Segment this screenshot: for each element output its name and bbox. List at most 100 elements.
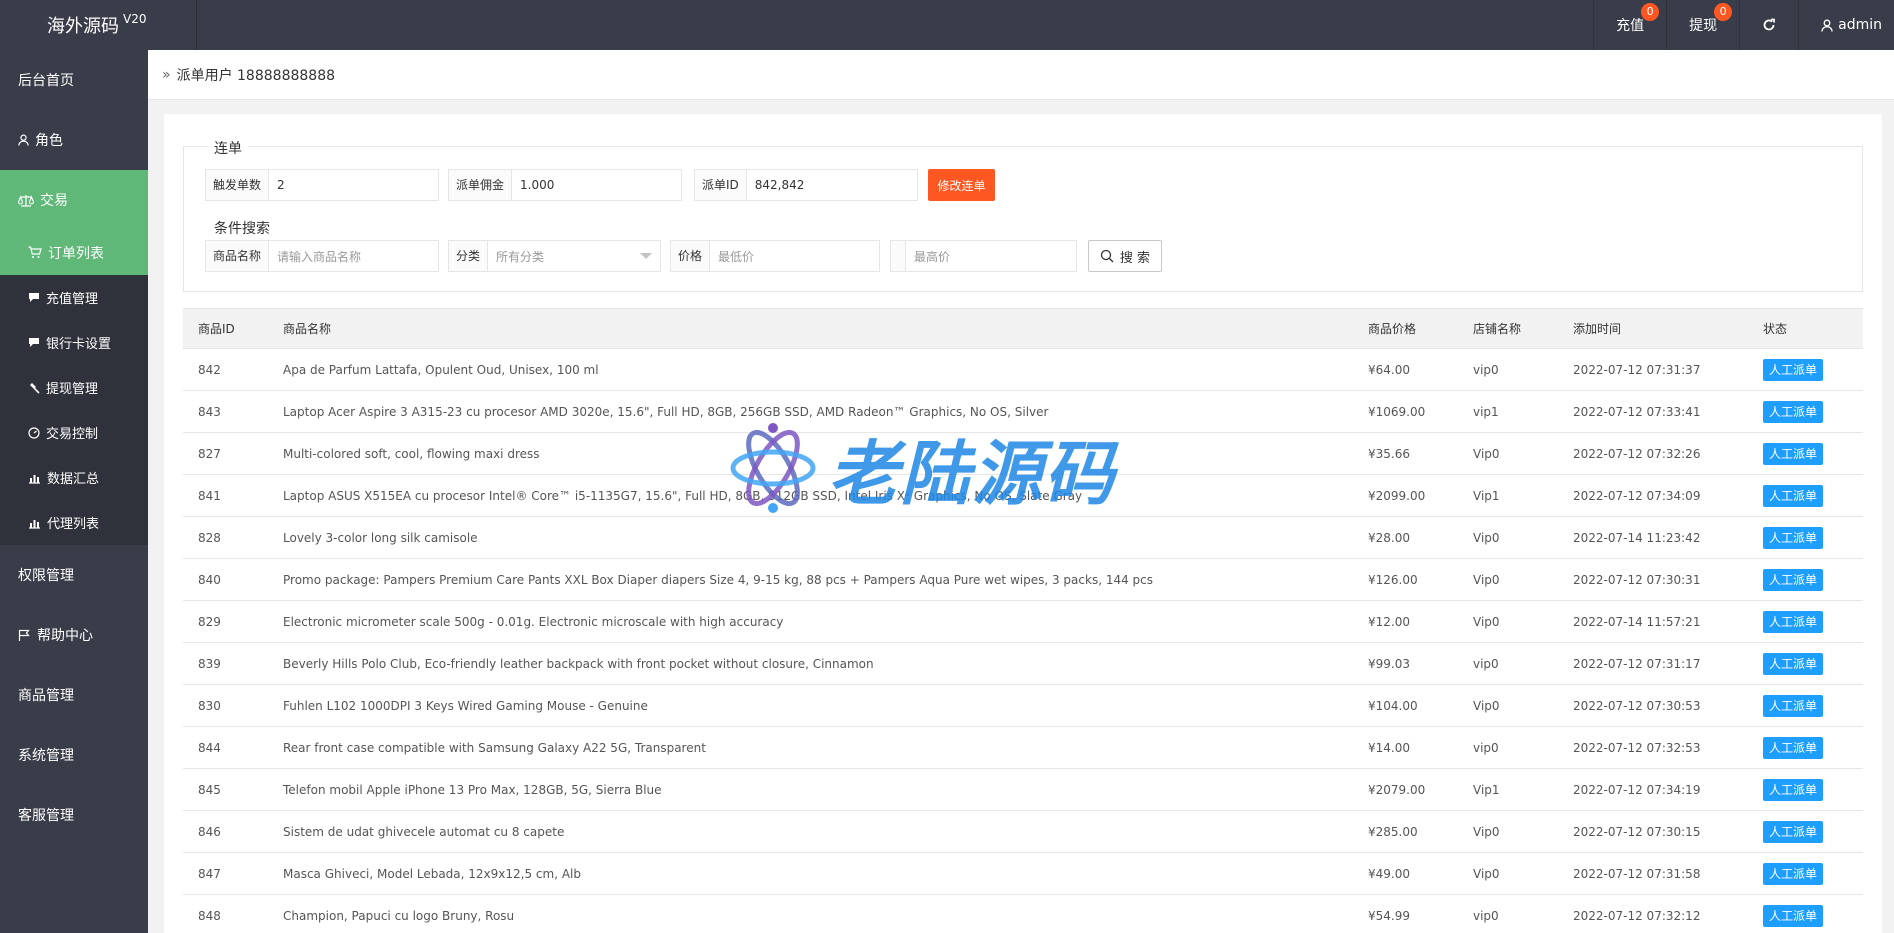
sidebar-item-label: 交易 <box>40 193 68 209</box>
cell-id: 827 <box>183 432 268 475</box>
trigger-count-input[interactable]: 2 <box>269 178 285 192</box>
hammer-icon <box>28 382 40 394</box>
table-row: 843 Laptop Acer Aspire 3 A315-23 cu proce… <box>183 390 1863 433</box>
cell-time: 2022-07-12 07:31:58 <box>1558 852 1748 895</box>
search-button[interactable]: 搜 索 <box>1088 240 1162 272</box>
cell-price: ¥126.00 <box>1353 558 1458 601</box>
sidebar-subitem-trade-control[interactable]: 交易控制 <box>0 410 148 455</box>
table-row: 844 Rear front case compatible with Samsu… <box>183 726 1863 769</box>
sidebar-item-permissions[interactable]: 权限管理 <box>0 545 148 605</box>
product-name-input[interactable]: 请输入商品名称 <box>269 248 361 265</box>
sidebar-item-label: 帮助中心 <box>37 628 93 644</box>
cell-status: 人工派单 <box>1748 558 1863 601</box>
double-chevron-right-icon: » <box>162 66 171 83</box>
manual-dispatch-button[interactable]: 人工派单 <box>1763 652 1824 675</box>
order-id-label: 派单ID <box>695 170 747 200</box>
cell-shop: Vip0 <box>1458 810 1558 853</box>
cell-time: 2022-07-12 07:30:31 <box>1558 558 1748 601</box>
product-name-label: 商品名称 <box>206 241 270 271</box>
withdraw-button[interactable]: 提现 0 <box>1666 0 1739 50</box>
sidebar-subitem-bankcard[interactable]: 银行卡设置 <box>0 320 148 365</box>
sidebar-subitem-data-summary[interactable]: 数据汇总 <box>0 455 148 500</box>
cell-price: ¥2099.00 <box>1353 474 1458 517</box>
max-price-input[interactable]: 最高价 <box>906 248 950 265</box>
withdraw-badge: 0 <box>1714 3 1733 21</box>
trigger-count-field: 触发单数 2 <box>205 169 439 201</box>
category-label: 分类 <box>449 241 489 271</box>
sidebar-item-products[interactable]: 商品管理 <box>0 665 148 725</box>
manual-dispatch-button[interactable]: 人工派单 <box>1763 862 1824 885</box>
order-id-input[interactable]: 842,842 <box>747 178 805 192</box>
sidebar-item-system[interactable]: 系统管理 <box>0 725 148 785</box>
sidebar-item-support[interactable]: 客服管理 <box>0 785 148 845</box>
cell-status: 人工派单 <box>1748 642 1863 685</box>
refresh-button[interactable] <box>1739 0 1798 50</box>
sidebar-item-trade[interactable]: 交易 <box>0 170 148 230</box>
sidebar-item-label: 商品管理 <box>18 688 74 704</box>
max-price-label <box>891 241 906 271</box>
column-header: 店铺名称 <box>1458 308 1558 349</box>
cell-shop: vip1 <box>1458 390 1558 433</box>
manual-dispatch-button[interactable]: 人工派单 <box>1763 820 1824 843</box>
table-row: 842 Apa de Parfum Lattafa, Opulent Oud, U… <box>183 348 1863 391</box>
cell-status: 人工派单 <box>1748 474 1863 517</box>
cart-icon <box>28 246 42 259</box>
table-header-row: 商品ID 商品名称 商品价格 店铺名称 添加时间 状态 <box>183 308 1863 349</box>
commission-input[interactable]: 1.000 <box>512 178 554 192</box>
cell-name: Beverly Hills Polo Club, Eco-friendly le… <box>268 642 1353 685</box>
manual-dispatch-button[interactable]: 人工派单 <box>1763 694 1824 717</box>
cell-price: ¥99.03 <box>1353 642 1458 685</box>
recharge-button[interactable]: 充值 0 <box>1593 0 1666 50</box>
user-menu[interactable]: admin <box>1798 0 1894 50</box>
sidebar-subitem-label: 银行卡设置 <box>46 337 112 352</box>
category-select[interactable]: 分类 所有分类 <box>448 240 661 272</box>
main-panel: 连单 触发单数 2 派单佣金 1.000 派单ID 842,842 修改连单 条… <box>164 114 1882 933</box>
manual-dispatch-button[interactable]: 人工派单 <box>1763 442 1824 465</box>
modify-chain-button[interactable]: 修改连单 <box>928 169 995 201</box>
sidebar-subitem-agent-list[interactable]: 代理列表 <box>0 500 148 545</box>
sidebar-item-help[interactable]: 帮助中心 <box>0 605 148 665</box>
sidebar-item-role[interactable]: 角色 <box>0 110 148 170</box>
min-price-input[interactable]: 最低价 <box>710 248 754 265</box>
user-name: admin <box>1838 17 1882 33</box>
cell-time: 2022-07-12 07:32:26 <box>1558 432 1748 475</box>
app-logo[interactable]: 海外源码 V20 <box>0 0 197 50</box>
cell-name: Fuhlen L102 1000DPI 3 Keys Wired Gaming … <box>268 684 1353 727</box>
manual-dispatch-button[interactable]: 人工派单 <box>1763 526 1824 549</box>
cell-status: 人工派单 <box>1748 852 1863 895</box>
section-title-chain-order: 连单 <box>208 138 248 158</box>
cell-price: ¥104.00 <box>1353 684 1458 727</box>
cell-price: ¥35.66 <box>1353 432 1458 475</box>
user-icon <box>1821 19 1833 32</box>
section-title-search: 条件搜索 <box>208 218 276 238</box>
manual-dispatch-button[interactable]: 人工派单 <box>1763 400 1824 423</box>
max-price-field: 最高价 <box>890 240 1077 272</box>
manual-dispatch-button[interactable]: 人工派单 <box>1763 358 1824 381</box>
product-table: 商品ID 商品名称 商品价格 店铺名称 添加时间 状态 842 Apa de Pa… <box>183 308 1863 933</box>
cell-shop: Vip1 <box>1458 474 1558 517</box>
cell-time: 2022-07-12 07:31:37 <box>1558 348 1748 391</box>
table-row: 827 Multi-colored soft, cool, flowing max… <box>183 432 1863 475</box>
cell-status: 人工派单 <box>1748 516 1863 559</box>
withdraw-label: 提现 <box>1689 18 1718 34</box>
cell-id: 840 <box>183 558 268 601</box>
manual-dispatch-button[interactable]: 人工派单 <box>1763 568 1824 591</box>
manual-dispatch-button[interactable]: 人工派单 <box>1763 736 1824 759</box>
cell-price: ¥54.99 <box>1353 894 1458 933</box>
sidebar-subitem-recharge[interactable]: 充值管理 <box>0 275 148 320</box>
cell-time: 2022-07-12 07:32:53 <box>1558 726 1748 769</box>
gauge-icon <box>28 426 40 439</box>
manual-dispatch-button[interactable]: 人工派单 <box>1763 904 1824 927</box>
manual-dispatch-button[interactable]: 人工派单 <box>1763 484 1824 507</box>
breadcrumb-text: 派单用户 18888888888 <box>176 67 336 84</box>
table-row: 830 Fuhlen L102 1000DPI 3 Keys Wired Gami… <box>183 684 1863 727</box>
cell-id: 844 <box>183 726 268 769</box>
sidebar-item-dashboard[interactable]: 后台首页 <box>0 50 148 110</box>
sidebar-subitem-order-list[interactable]: 订单列表 <box>0 230 148 275</box>
cell-time: 2022-07-12 07:33:41 <box>1558 390 1748 433</box>
manual-dispatch-button[interactable]: 人工派单 <box>1763 778 1824 801</box>
manual-dispatch-button[interactable]: 人工派单 <box>1763 610 1824 633</box>
column-header: 商品ID <box>183 308 268 349</box>
flag-icon <box>18 629 31 641</box>
sidebar-subitem-withdraw[interactable]: 提现管理 <box>0 365 148 410</box>
